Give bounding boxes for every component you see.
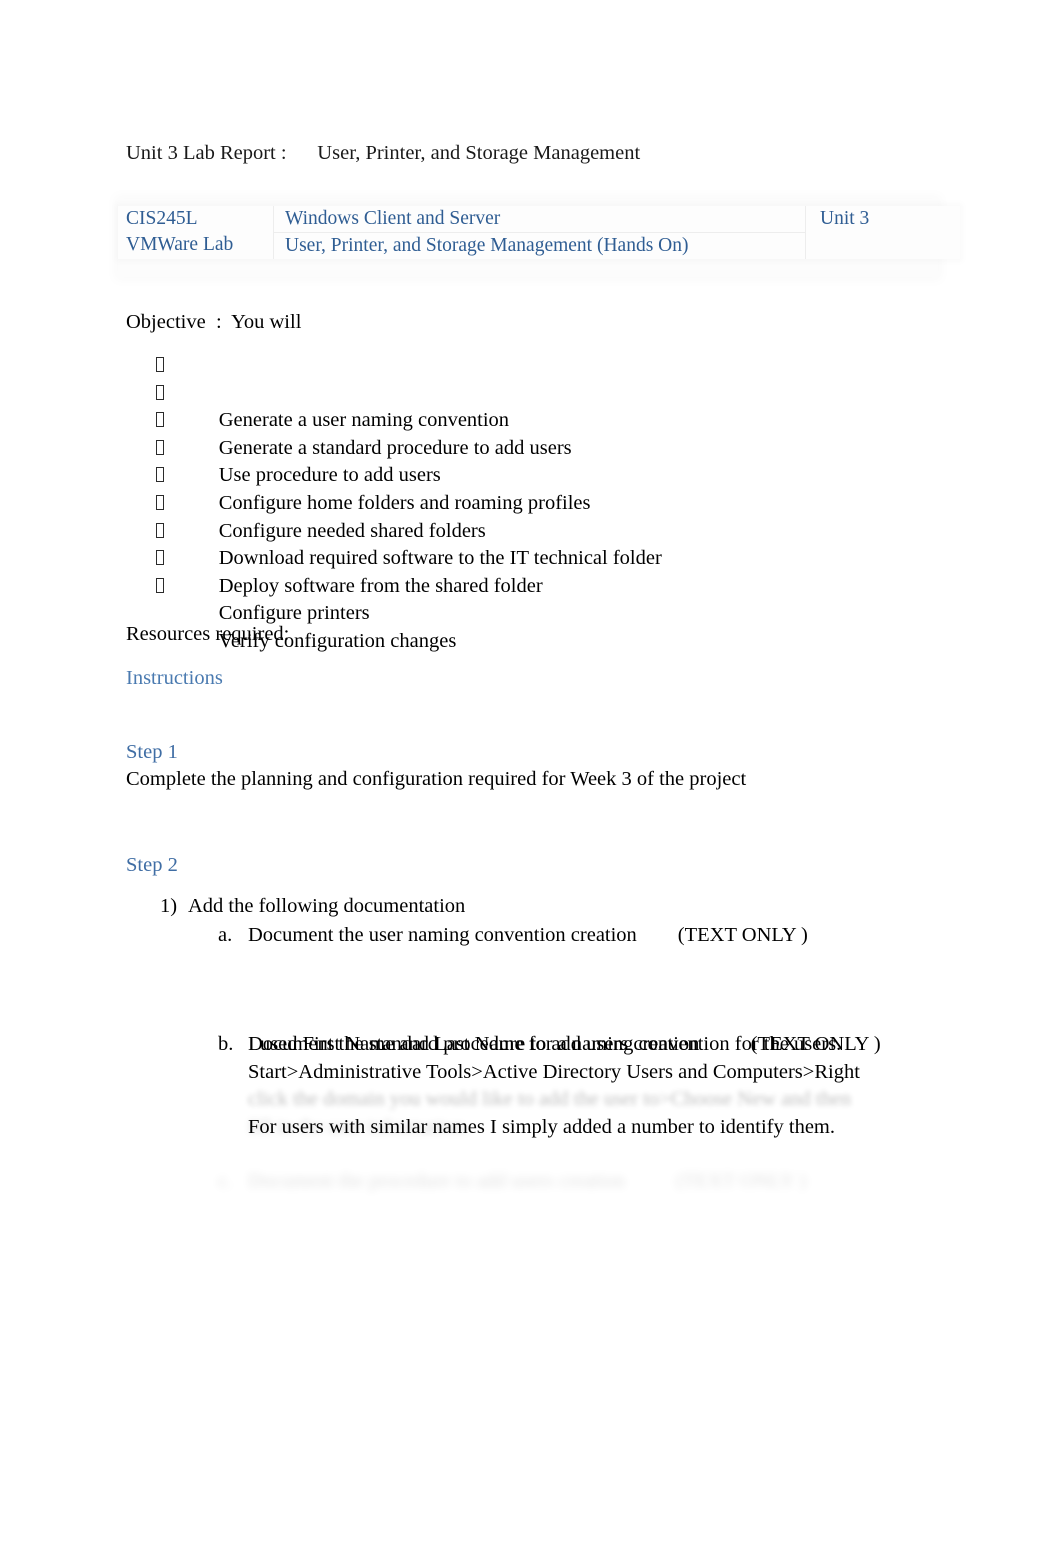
instructions-heading: Instructions (126, 667, 223, 689)
list-letter: b. (218, 1033, 234, 1055)
missing-glyph-bullet-icon (156, 384, 164, 400)
step-1-heading: Step 1 (126, 741, 178, 763)
table-row: CIS245L VMWare Lab Windows Client and Se… (118, 206, 960, 259)
missing-glyph-bullet-icon (156, 550, 164, 566)
list-item-label: Add the following documentation (188, 895, 466, 917)
list-item: Configure home folders and roaming profi… (126, 435, 906, 514)
list-item: Generate a standard procedure to add use… (126, 380, 906, 459)
list-item: Use procedure to add users (126, 407, 906, 486)
list-item: Deploy software from the shared folder (126, 518, 906, 597)
lab-name: User, Printer, and Storage Management (H… (285, 235, 689, 256)
list-item: Generate a user naming convention (126, 352, 906, 431)
header-table: CIS245L VMWare Lab Windows Client and Se… (118, 206, 960, 259)
answer-b-line-1: Start>Administrative Tools>Active Direct… (248, 1060, 860, 1083)
step-1-body: Complete the planning and configuration … (126, 768, 747, 790)
course-name: Windows Client and Server (285, 208, 501, 229)
step-2-item-c: c. Document the procedure to add users cr… (218, 1168, 978, 1196)
unit-label: Unit 3 (820, 208, 870, 229)
page-title: Unit 3 Lab Report : User, Printer, and S… (126, 142, 641, 164)
objective-list: Generate a user naming convention Genera… (126, 352, 906, 652)
list-number: 1) (160, 895, 178, 917)
missing-glyph-bullet-icon (156, 522, 164, 538)
missing-glyph-bullet-icon (156, 412, 164, 428)
header-cell-course-name: Windows Client and Server (273, 206, 806, 233)
course-lab-type: VMWare Lab (126, 234, 234, 255)
step-2-item-a: a. Document the user naming convention cr… (218, 922, 978, 950)
answer-b-line-2: click the domain you would like to add t… (248, 1088, 852, 1110)
list-item-label: Document the procedure to add users crea… (248, 1170, 807, 1192)
step-2-heading: Step 2 (126, 854, 178, 876)
course-code: CIS245L (126, 208, 198, 229)
missing-glyph-bullet-icon (156, 439, 164, 455)
list-letter: a. (218, 924, 233, 946)
missing-glyph-bullet-icon (156, 357, 164, 372)
list-item: Configure needed shared folders (126, 462, 906, 542)
list-letter: c. (218, 1170, 233, 1192)
list-item: Verify configuration changes (126, 573, 906, 652)
header-cell-lab-name: User, Printer, and Storage Management (H… (273, 232, 806, 259)
step-2-numbered-item: 1) Add the following documentation (160, 893, 960, 921)
missing-glyph-bullet-icon (156, 494, 164, 510)
missing-glyph-bullet-icon (156, 467, 164, 483)
document-page: Unit 3 Lab Report : User, Printer, and S… (0, 0, 1062, 1561)
header-cell-course: CIS245L VMWare Lab (118, 206, 274, 259)
objective-label: Objective : You will (126, 311, 302, 333)
list-item-label: Document the standard procedure to add u… (248, 1033, 881, 1055)
step-2-item-b: b. Document the standard procedure to add… (218, 1031, 978, 1141)
list-item: Download required software to the IT tec… (126, 490, 906, 569)
list-item-label: Document the user naming convention crea… (248, 924, 808, 946)
answer-b-line-3: fill in the user information. (248, 1115, 470, 1138)
list-item: Configure printers (126, 545, 906, 624)
header-cell-unit: Unit 3 (806, 206, 961, 259)
missing-glyph-bullet-icon (156, 577, 164, 593)
resources-label: Resources required: (126, 623, 290, 645)
